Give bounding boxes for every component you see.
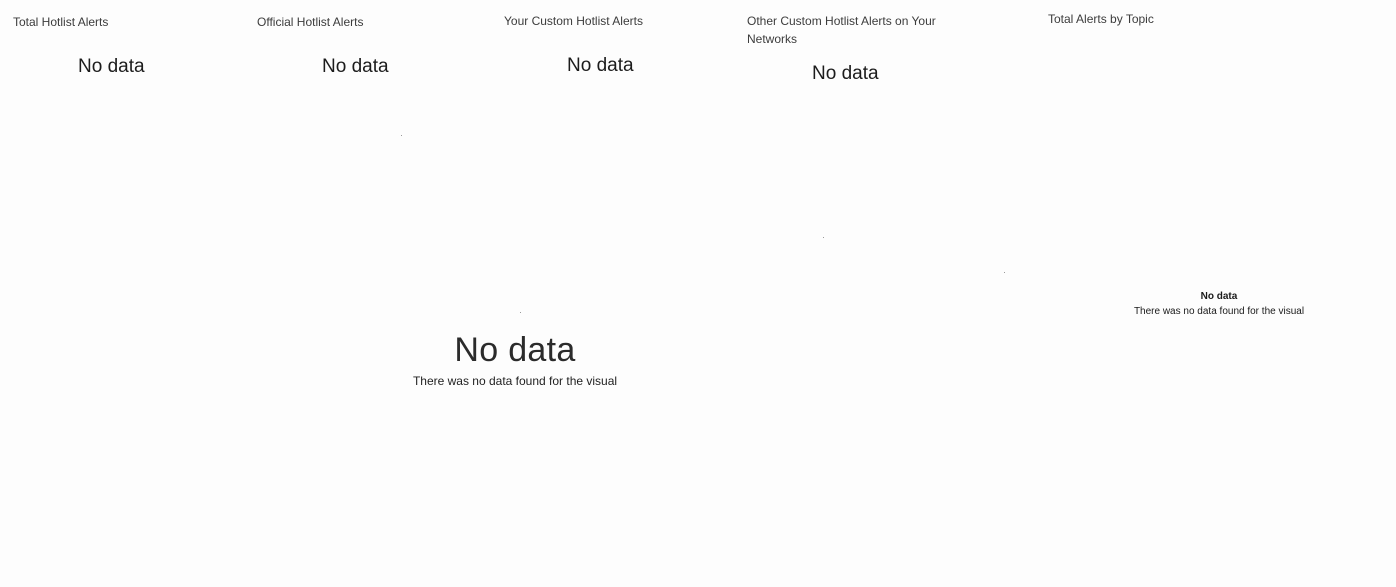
speck — [823, 237, 824, 238]
topic-empty-message: There was no data found for the visual — [1133, 306, 1305, 317]
kpi-value: No data — [812, 63, 879, 84]
dashboard-canvas: Total Hotlist Alerts No data Official Ho… — [0, 0, 1396, 587]
kpi-value: No data — [78, 56, 145, 77]
kpi-value: No data — [567, 55, 634, 76]
topic-chart-empty-state: No data There was no data found for the … — [1108, 290, 1330, 319]
main-empty-title: No data — [454, 331, 576, 369]
kpi-value: No data — [322, 56, 389, 77]
kpi-title: Other Custom Hotlist Alerts on Your Netw… — [747, 14, 936, 46]
kpi-other-custom-hotlist-alerts: Other Custom Hotlist Alerts on Your Netw… — [735, 0, 995, 100]
kpi-your-custom-hotlist-alerts: Your Custom Hotlist Alerts No data — [490, 0, 730, 100]
kpi-official-hotlist-alerts: Official Hotlist Alerts No data — [245, 0, 485, 100]
speck — [520, 312, 521, 313]
kpi-title: Total Hotlist Alerts — [13, 15, 109, 29]
kpi-title: Your Custom Hotlist Alerts — [504, 14, 643, 28]
main-empty-message: There was no data found for the visual — [412, 374, 618, 388]
kpi-total-hotlist-alerts: Total Hotlist Alerts No data — [0, 0, 240, 100]
kpi-title: Official Hotlist Alerts — [257, 15, 364, 29]
speck — [401, 135, 402, 136]
topic-chart-title: Total Alerts by Topic — [1048, 12, 1154, 26]
speck — [1004, 272, 1005, 273]
main-visual-empty-state: No data There was no data found for the … — [380, 328, 650, 388]
topic-empty-title: No data — [1200, 291, 1238, 302]
